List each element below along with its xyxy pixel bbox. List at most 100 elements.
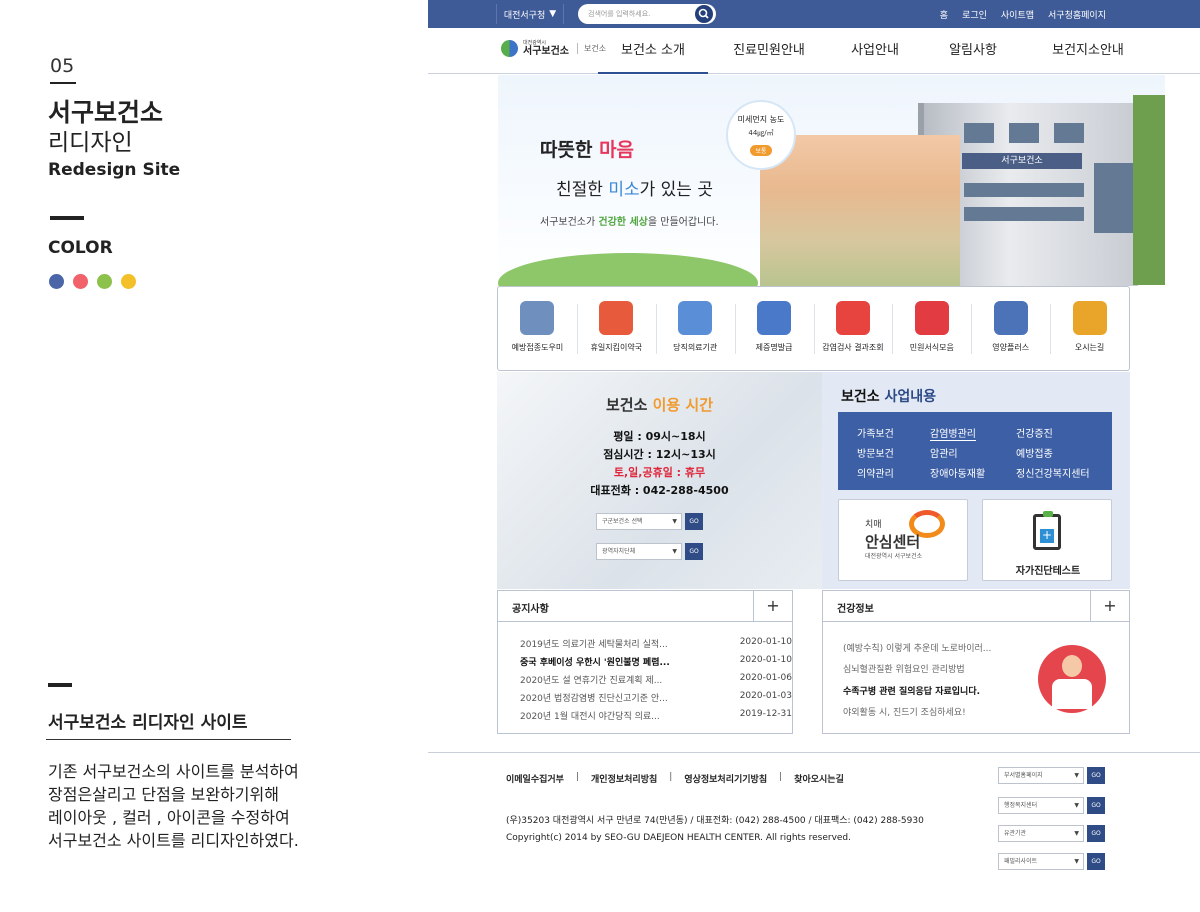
footer-link-directions[interactable]: 찾아오시는길: [794, 772, 844, 785]
website-mockup: 대전서구청 ▼ 검색어를 입력하세요. 홈 로그인 사이트맵 서구청홈페이지 대…: [428, 0, 1200, 912]
hours-phone: 대표전화 : 042-288-4500: [590, 484, 729, 497]
hours-title: 보건소 이용 시간: [605, 396, 714, 414]
location-pin-icon: [1072, 301, 1107, 335]
go-button[interactable]: GO: [1087, 853, 1105, 870]
plus-icon[interactable]: +: [753, 591, 792, 622]
list-item[interactable]: (예방수칙) 이렇게 추운데 노로바이러...: [843, 641, 991, 654]
util-link-sitemap[interactable]: 사이트맵: [1001, 8, 1034, 21]
hero-caption: 서구보건소가 건강한 세상을 만들어갑니다.: [540, 217, 719, 228]
menu-item-projects[interactable]: 사업안내: [830, 28, 920, 74]
quick-item-directions[interactable]: 오시는길: [1050, 287, 1129, 370]
business-link[interactable]: 건강증진: [1016, 425, 1053, 440]
hospital-icon: [678, 301, 713, 335]
utility-bar: 대전서구청 ▼ 검색어를 입력하세요. 홈 로그인 사이트맵 서구청홈페이지: [428, 0, 1200, 28]
list-item[interactable]: 2020년 법정감염병 진단신고기준 안... 2020-01-03: [520, 691, 792, 704]
quick-item-forms[interactable]: 민원서식모음: [892, 287, 971, 370]
go-button[interactable]: GO: [685, 543, 703, 560]
list-item[interactable]: 2019년도 의료기관 세탁물처리 실적... 2020-01-10: [520, 637, 792, 650]
quick-item-nutrition[interactable]: 영양플러스: [971, 287, 1050, 370]
business-link[interactable]: 암관리: [930, 445, 958, 460]
footer-link-email[interactable]: 이메일수집거부: [506, 772, 564, 785]
region-label: 대전서구청: [503, 10, 546, 21]
quick-item-hospital[interactable]: 당직의료기관: [655, 287, 735, 370]
related-org-select[interactable]: 유관기관: [998, 825, 1084, 842]
community-center-select[interactable]: 행정복지센터: [998, 797, 1084, 814]
business-link[interactable]: 예방접종: [1016, 445, 1053, 460]
quick-menu: 예방접종도우미 휴일지킴이약국 당직의료기관 제증명발급 감염검사 결과조회 민…: [497, 286, 1130, 371]
menu-item-clinic[interactable]: 진료민원안내: [708, 28, 830, 74]
go-button[interactable]: GO: [1087, 767, 1105, 784]
menu-item-about[interactable]: 보건소 소개: [598, 28, 708, 74]
fine-dust-widget[interactable]: 미세먼지 농도 44㎍/㎥ 보통: [726, 100, 796, 170]
search-icon[interactable]: [695, 5, 713, 23]
main-navigation: 대전광역시 서구보건소 보건소 보건소 소개 진료민원안내 사업안내 알림사항 …: [428, 28, 1200, 74]
pill-icon: [599, 301, 634, 335]
quick-item-vaccination[interactable]: 예방접종도우미: [498, 287, 577, 370]
metropolitan-select[interactable]: 광역자치단체: [596, 543, 682, 560]
board-title: 공지사항: [512, 604, 549, 615]
menu-item-notice[interactable]: 알림사항: [920, 28, 1026, 74]
doctor-icon: [1038, 645, 1106, 713]
util-link-home[interactable]: 홈: [940, 8, 948, 21]
color-swatch: [121, 274, 136, 289]
logo-city: 대전광역시: [523, 40, 547, 46]
footer-address: (우)35203 대전광역시 서구 만년로 74(만년동) / 대표전화: (0…: [506, 816, 924, 826]
footer-link-cctv[interactable]: 영상정보처리기기방침: [684, 772, 767, 785]
business-link[interactable]: 정신건강복지센터: [1016, 465, 1090, 480]
quick-item-test-result[interactable]: 감염검사 결과조회: [813, 287, 893, 370]
quick-item-certificate[interactable]: 제증명발급: [734, 287, 814, 370]
go-button[interactable]: GO: [1087, 797, 1105, 814]
business-link[interactable]: 의약관리: [857, 465, 894, 480]
list-item[interactable]: 심뇌혈관질환 위험요인 관리방법: [843, 662, 965, 675]
footer-link-privacy[interactable]: 개인정보처리방침: [591, 772, 657, 785]
window: [964, 183, 1084, 197]
business-link[interactable]: 가족보건: [857, 425, 894, 440]
district-health-center-select[interactable]: 구군보건소 선택: [596, 513, 682, 530]
project-english-title: Redesign Site: [48, 160, 181, 180]
family-site-select[interactable]: 패밀리사이트: [998, 853, 1084, 870]
department-site-select[interactable]: 부서별홈페이지: [998, 767, 1084, 784]
business-link[interactable]: 방문보건: [857, 445, 894, 460]
window: [964, 123, 994, 143]
util-link-login[interactable]: 로그인: [962, 8, 987, 21]
window: [964, 207, 1084, 221]
list-item[interactable]: 야외활동 시, 진드기 조심하세요!: [843, 705, 966, 718]
business-link[interactable]: 장애아동재활: [930, 465, 985, 480]
list-item[interactable]: 2020년도 설 연휴기간 진료계획 제... 2020-01-06: [520, 673, 792, 686]
logo-emblem-icon: [501, 39, 518, 57]
quick-item-pharmacy[interactable]: 휴일지킴이약국: [576, 287, 656, 370]
self-test-card[interactable]: + 자가진단테스트: [982, 499, 1112, 581]
project-description: 기존 서구보건소의 사이트를 분석하여 장점은살리고 단점을 보완하기위해 레이…: [48, 762, 299, 850]
section-divider: [50, 216, 84, 220]
region-select[interactable]: 대전서구청 ▼: [496, 4, 564, 24]
footer-separator: |: [669, 772, 673, 782]
site-title: 서구보건소 리디자인 사이트: [48, 713, 248, 733]
business-title: 보건소 사업내용: [841, 389, 937, 405]
dementia-center-card[interactable]: 치매 안심센터 대전광역시 서구보건소: [838, 499, 968, 581]
go-button[interactable]: GO: [685, 513, 703, 530]
card-title: 안심센터: [865, 533, 921, 551]
color-swatch: [49, 274, 64, 289]
color-swatch: [97, 274, 112, 289]
menu-item-branch[interactable]: 보건지소안내: [1026, 28, 1150, 74]
board-header: 건강정보 +: [823, 591, 1129, 622]
project-number: 05: [50, 55, 75, 77]
business-link[interactable]: 감염병관리: [930, 425, 976, 441]
syringe-icon: [520, 301, 555, 335]
plus-icon[interactable]: +: [1090, 591, 1129, 622]
go-button[interactable]: GO: [1087, 825, 1105, 842]
number-underline: [50, 82, 76, 84]
site-logo[interactable]: 대전광역시 서구보건소 보건소: [501, 39, 606, 57]
footer-separator: |: [779, 772, 783, 782]
description-panel: 05 서구보건소 리디자인 Redesign Site COLOR 서구보건소 …: [0, 0, 428, 912]
util-link-district[interactable]: 서구청홈페이지: [1048, 8, 1106, 21]
window: [1094, 163, 1134, 233]
list-item[interactable]: 수족구병 관련 질의응답 자료입니다.: [843, 684, 980, 697]
list-item[interactable]: 중국 후베이성 우한시 '원인불명 폐렴... 2020-01-10: [520, 655, 792, 668]
color-label: COLOR: [48, 238, 113, 258]
dust-status-badge: 보통: [750, 145, 772, 156]
project-subtitle: 리디자인: [48, 130, 133, 156]
hero-headline: 따뜻한 마음: [540, 139, 635, 161]
notice-board: 공지사항 + 2019년도 의료기관 세탁물처리 실적... 2020-01-10…: [497, 590, 793, 734]
list-item[interactable]: 2020년 1월 대전시 야간당직 의료... 2019-12-31: [520, 709, 792, 722]
